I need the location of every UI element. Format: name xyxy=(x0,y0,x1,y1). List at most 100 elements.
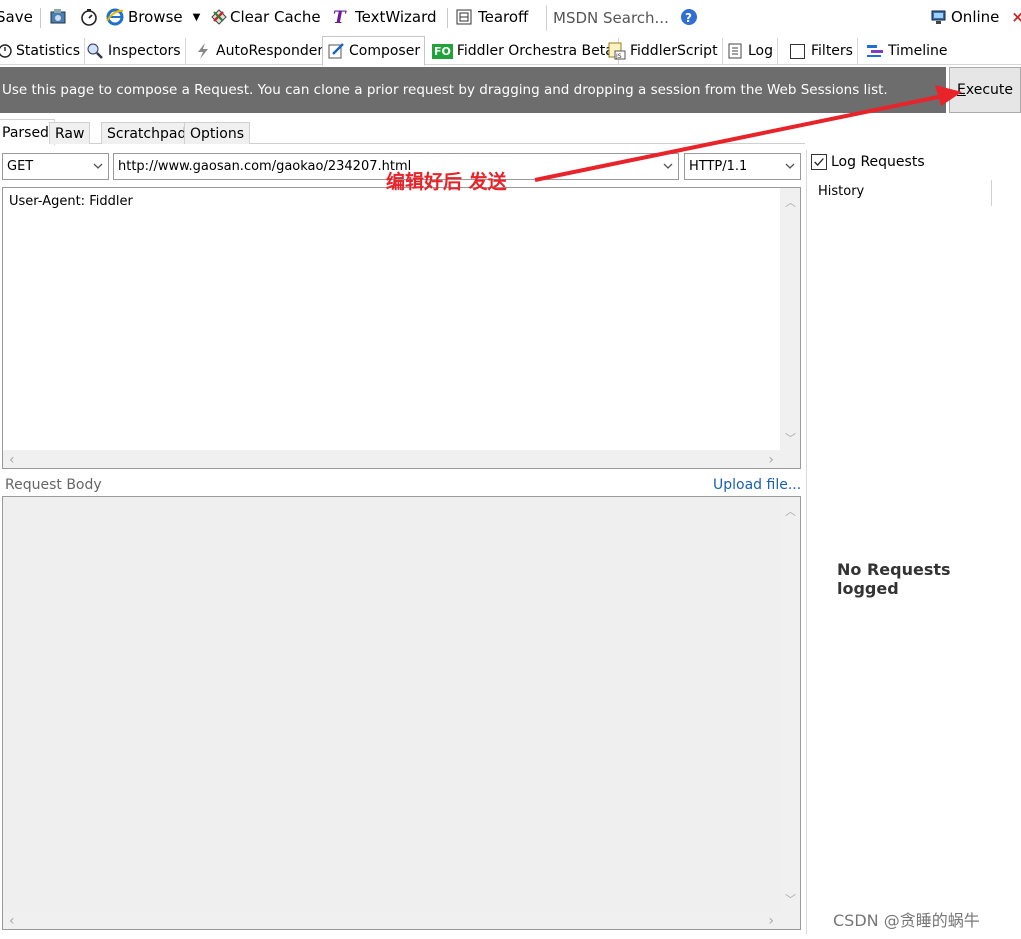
chevron-down-icon xyxy=(663,163,673,169)
help-icon: ? xyxy=(681,9,697,25)
orchestra-icon: FO xyxy=(432,43,453,59)
tab-label: Composer xyxy=(349,43,421,59)
scroll-up-icon[interactable]: ︿ xyxy=(785,503,796,519)
info-text: Use this page to compose a Request. You … xyxy=(2,82,888,98)
horizontal-scrollbar[interactable]: ‹ › xyxy=(3,450,800,468)
log-requests-checkbox[interactable]: Log Requests xyxy=(811,154,925,170)
inspector-tab-strip: Statistics Inspectors AutoResponder Comp… xyxy=(0,35,1021,66)
browse-button[interactable]: Browse ▼ xyxy=(106,6,200,28)
scroll-up-icon[interactable]: ︿ xyxy=(785,194,796,210)
tab-label: Fiddler Orchestra Beta xyxy=(456,43,614,59)
request-body-label: Request Body xyxy=(5,477,102,493)
tab-label: Raw xyxy=(55,125,85,142)
tab-label: Timeline xyxy=(888,43,948,59)
tab-label: Filters xyxy=(811,43,853,59)
close-icon[interactable]: × xyxy=(1011,8,1021,26)
http-version-select[interactable]: HTTP/1.1 xyxy=(684,153,801,180)
tab-fiddlerscript[interactable]: JS FiddlerScript xyxy=(604,38,723,64)
tab-autoresponder[interactable]: AutoResponder xyxy=(190,38,329,64)
filters-checkbox-icon xyxy=(790,43,805,59)
online-label: Online xyxy=(951,8,1000,26)
tearoff-label: Tearoff xyxy=(478,8,529,26)
clear-cache-button[interactable]: Clear Cache xyxy=(210,6,321,28)
version-value: HTTP/1.1 xyxy=(689,159,748,174)
timer-button[interactable] xyxy=(80,6,102,28)
composer-info-bar: Use this page to compose a Request. You … xyxy=(0,67,946,113)
save-button[interactable]: Save xyxy=(0,6,33,28)
empty-history-message: No Requests logged xyxy=(837,560,951,598)
request-headers-editor[interactable]: User-Agent: Fiddler ︿ ﹀ ‹ › xyxy=(2,187,801,469)
tab-label: Parsed xyxy=(2,124,49,141)
execute-button[interactable]: Execute xyxy=(949,67,1021,113)
chevron-down-icon xyxy=(93,163,103,169)
scroll-right-icon[interactable]: › xyxy=(768,452,774,468)
svg-text:JS: JS xyxy=(615,53,622,60)
upload-file-link[interactable]: Upload file... xyxy=(713,477,801,493)
tab-label: Statistics xyxy=(16,43,80,59)
execute-accel-key: E xyxy=(957,82,966,98)
scroll-down-icon[interactable]: ﹀ xyxy=(785,891,796,907)
msdn-search-input[interactable]: MSDN Search... xyxy=(546,5,672,31)
online-status[interactable]: Online × xyxy=(930,6,1021,28)
composer-subtabs: Parsed Raw Scratchpad Options xyxy=(0,118,805,145)
chevron-down-icon xyxy=(785,163,795,169)
tab-statistics[interactable]: Statistics xyxy=(0,38,85,64)
search-placeholder: MSDN Search... xyxy=(553,9,669,27)
main-toolbar: Save Browse ▼ Clear Cache T TextWizard T… xyxy=(0,0,1021,34)
tab-fiddler-orchestra[interactable]: FO Fiddler Orchestra Beta xyxy=(428,38,619,64)
checkbox-checked-icon xyxy=(811,154,827,170)
tab-label: AutoResponder xyxy=(216,43,324,59)
clear-cache-label: Clear Cache xyxy=(230,8,321,26)
clear-cache-icon xyxy=(211,9,227,25)
tearoff-button[interactable]: Tearoff xyxy=(456,6,528,28)
horizontal-scrollbar[interactable]: ‹ › xyxy=(3,911,800,929)
tab-options[interactable]: Options xyxy=(184,122,251,144)
composer-edit-icon xyxy=(328,43,344,59)
tab-scratchpad[interactable]: Scratchpad xyxy=(101,122,193,144)
history-column-header[interactable]: History xyxy=(811,180,1011,206)
stopwatch-icon xyxy=(81,9,97,26)
help-button[interactable]: ? xyxy=(680,6,702,28)
timeline-icon xyxy=(867,45,883,57)
scroll-right-icon[interactable]: › xyxy=(768,913,774,929)
inspectors-icon xyxy=(87,43,103,59)
dropdown-arrow-icon[interactable]: ▼ xyxy=(193,12,201,23)
tab-label: FiddlerScript xyxy=(630,43,718,59)
network-icon xyxy=(931,10,946,24)
method-value: GET xyxy=(7,159,34,174)
tab-filters[interactable]: Filters xyxy=(786,38,858,64)
screenshot-button[interactable] xyxy=(50,6,72,28)
tab-raw[interactable]: Raw xyxy=(49,122,91,144)
tab-timeline[interactable]: Timeline xyxy=(862,38,952,64)
toolbar-divider xyxy=(447,8,448,28)
tab-log[interactable]: Log xyxy=(722,38,779,64)
internet-explorer-icon xyxy=(106,8,124,26)
annotation-label: 编辑好后 发送 xyxy=(386,171,507,193)
column-divider xyxy=(991,180,992,206)
vertical-scrollbar[interactable]: ︿ ﹀ xyxy=(780,188,800,450)
script-icon: JS xyxy=(608,42,626,60)
request-body-editor[interactable]: ︿ ﹀ ‹ › xyxy=(2,496,801,930)
toolbar-divider xyxy=(40,8,41,28)
lightning-icon xyxy=(198,43,208,59)
watermark-text: CSDN @贪睡的蜗牛 xyxy=(833,911,980,930)
history-label: History xyxy=(818,184,865,199)
execute-label: Execute xyxy=(957,82,1013,98)
execute-label-rest: xecute xyxy=(965,82,1013,98)
scroll-left-icon[interactable]: ‹ xyxy=(9,452,15,468)
statistics-icon xyxy=(0,44,12,58)
scroll-left-icon[interactable]: ‹ xyxy=(9,913,15,929)
method-select[interactable]: GET xyxy=(2,153,109,180)
tab-label: Log xyxy=(748,43,774,59)
save-label: Save xyxy=(0,8,33,26)
text-wizard-button[interactable]: T TextWizard xyxy=(331,6,437,28)
svg-text:T: T xyxy=(333,8,347,26)
scroll-down-icon[interactable]: ﹀ xyxy=(785,430,796,446)
tab-parsed[interactable]: Parsed xyxy=(0,119,55,145)
history-pane: Log Requests History No Requests logged xyxy=(806,150,1017,934)
text-wizard-label: TextWizard xyxy=(355,8,437,26)
tab-inspectors[interactable]: Inspectors xyxy=(82,38,186,64)
vertical-scrollbar[interactable]: ︿ ﹀ xyxy=(780,497,800,911)
tab-composer[interactable]: Composer xyxy=(322,36,426,66)
svg-text:?: ? xyxy=(685,11,692,25)
